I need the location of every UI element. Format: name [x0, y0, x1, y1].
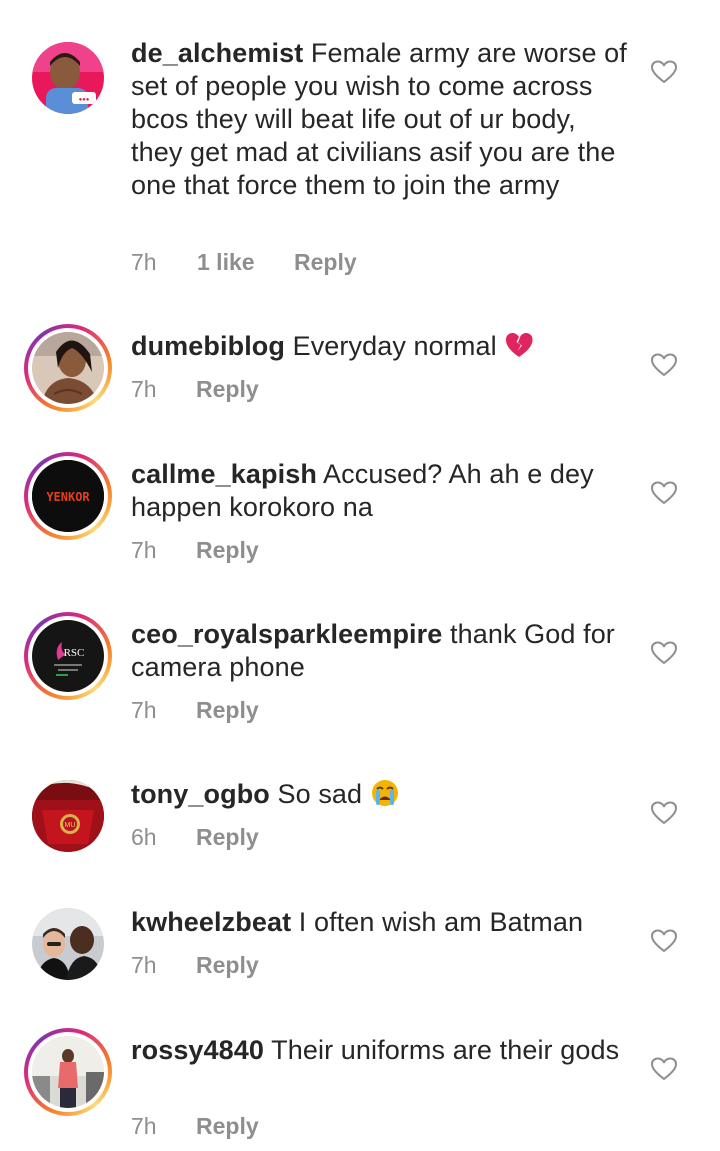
avatar[interactable]: RSC: [24, 612, 112, 700]
reply-button[interactable]: Reply: [196, 1111, 259, 1141]
comment-body: So sad: [277, 779, 363, 809]
avatar-logo-text: YENKOR: [46, 490, 90, 504]
avatar-logo-text: RSC: [64, 647, 85, 659]
comment-time: 7h: [131, 697, 157, 723]
avatar[interactable]: ●●●: [24, 34, 112, 122]
avatar[interactable]: YENKOR: [24, 452, 112, 540]
comment-body: Everyday normal: [292, 331, 497, 361]
comment-username[interactable]: kwheelzbeat: [131, 907, 291, 937]
reply-button[interactable]: Reply: [196, 374, 259, 404]
like-heart-icon[interactable]: [651, 1057, 677, 1081]
comment-text: rossy4840 Their uniforms are their gods: [131, 1034, 631, 1067]
comment-time: 7h: [131, 537, 157, 563]
like-heart-icon[interactable]: [651, 801, 677, 825]
comment-username[interactable]: rossy4840: [131, 1035, 264, 1065]
comment-text: callme_kapish Accused? Ah ah e dey happe…: [131, 458, 631, 524]
svg-text:●●●: ●●●: [79, 97, 90, 103]
comment-username[interactable]: ceo_royalsparkleempire: [131, 619, 442, 649]
svg-text:MU: MU: [65, 822, 76, 829]
comment-text: ceo_royalsparkleempire thank God for cam…: [131, 618, 631, 684]
comment-username[interactable]: de_alchemist: [131, 38, 303, 68]
broken-heart-icon: [504, 330, 534, 360]
comment-text: kwheelzbeat I often wish am Batman: [131, 906, 631, 939]
like-heart-icon[interactable]: [651, 481, 677, 505]
avatar[interactable]: [24, 324, 112, 412]
avatar[interactable]: [24, 1028, 112, 1116]
comment-username[interactable]: dumebiblog: [131, 331, 285, 361]
comment-text: dumebiblog Everyday normal: [131, 330, 631, 363]
comment-text: de_alchemist Female army are worse of se…: [131, 37, 631, 202]
like-heart-icon[interactable]: [651, 641, 677, 665]
avatar[interactable]: [24, 900, 112, 988]
comment-time: 7h: [131, 249, 157, 275]
comment-time: 7h: [131, 376, 157, 402]
like-heart-icon[interactable]: [651, 929, 677, 953]
comment-time: 7h: [131, 1113, 157, 1139]
comment-body: Their uniforms are their gods: [271, 1035, 620, 1065]
reply-button[interactable]: Reply: [196, 695, 259, 725]
like-heart-icon[interactable]: [651, 353, 677, 377]
comment-username[interactable]: callme_kapish: [131, 459, 317, 489]
comment-username[interactable]: tony_ogbo: [131, 779, 270, 809]
comment-time: 6h: [131, 824, 157, 850]
crying-face-icon: [370, 778, 400, 808]
comment-likes[interactable]: 1 like: [197, 247, 255, 277]
reply-button[interactable]: Reply: [196, 822, 259, 852]
comment-body: I often wish am Batman: [298, 907, 584, 937]
reply-button[interactable]: Reply: [196, 950, 259, 980]
reply-button[interactable]: Reply: [294, 247, 357, 277]
like-heart-icon[interactable]: [651, 60, 677, 84]
avatar[interactable]: MU: [24, 772, 112, 860]
reply-button[interactable]: Reply: [196, 535, 259, 565]
comment-text: tony_ogbo So sad: [131, 778, 631, 811]
comment-time: 7h: [131, 952, 157, 978]
